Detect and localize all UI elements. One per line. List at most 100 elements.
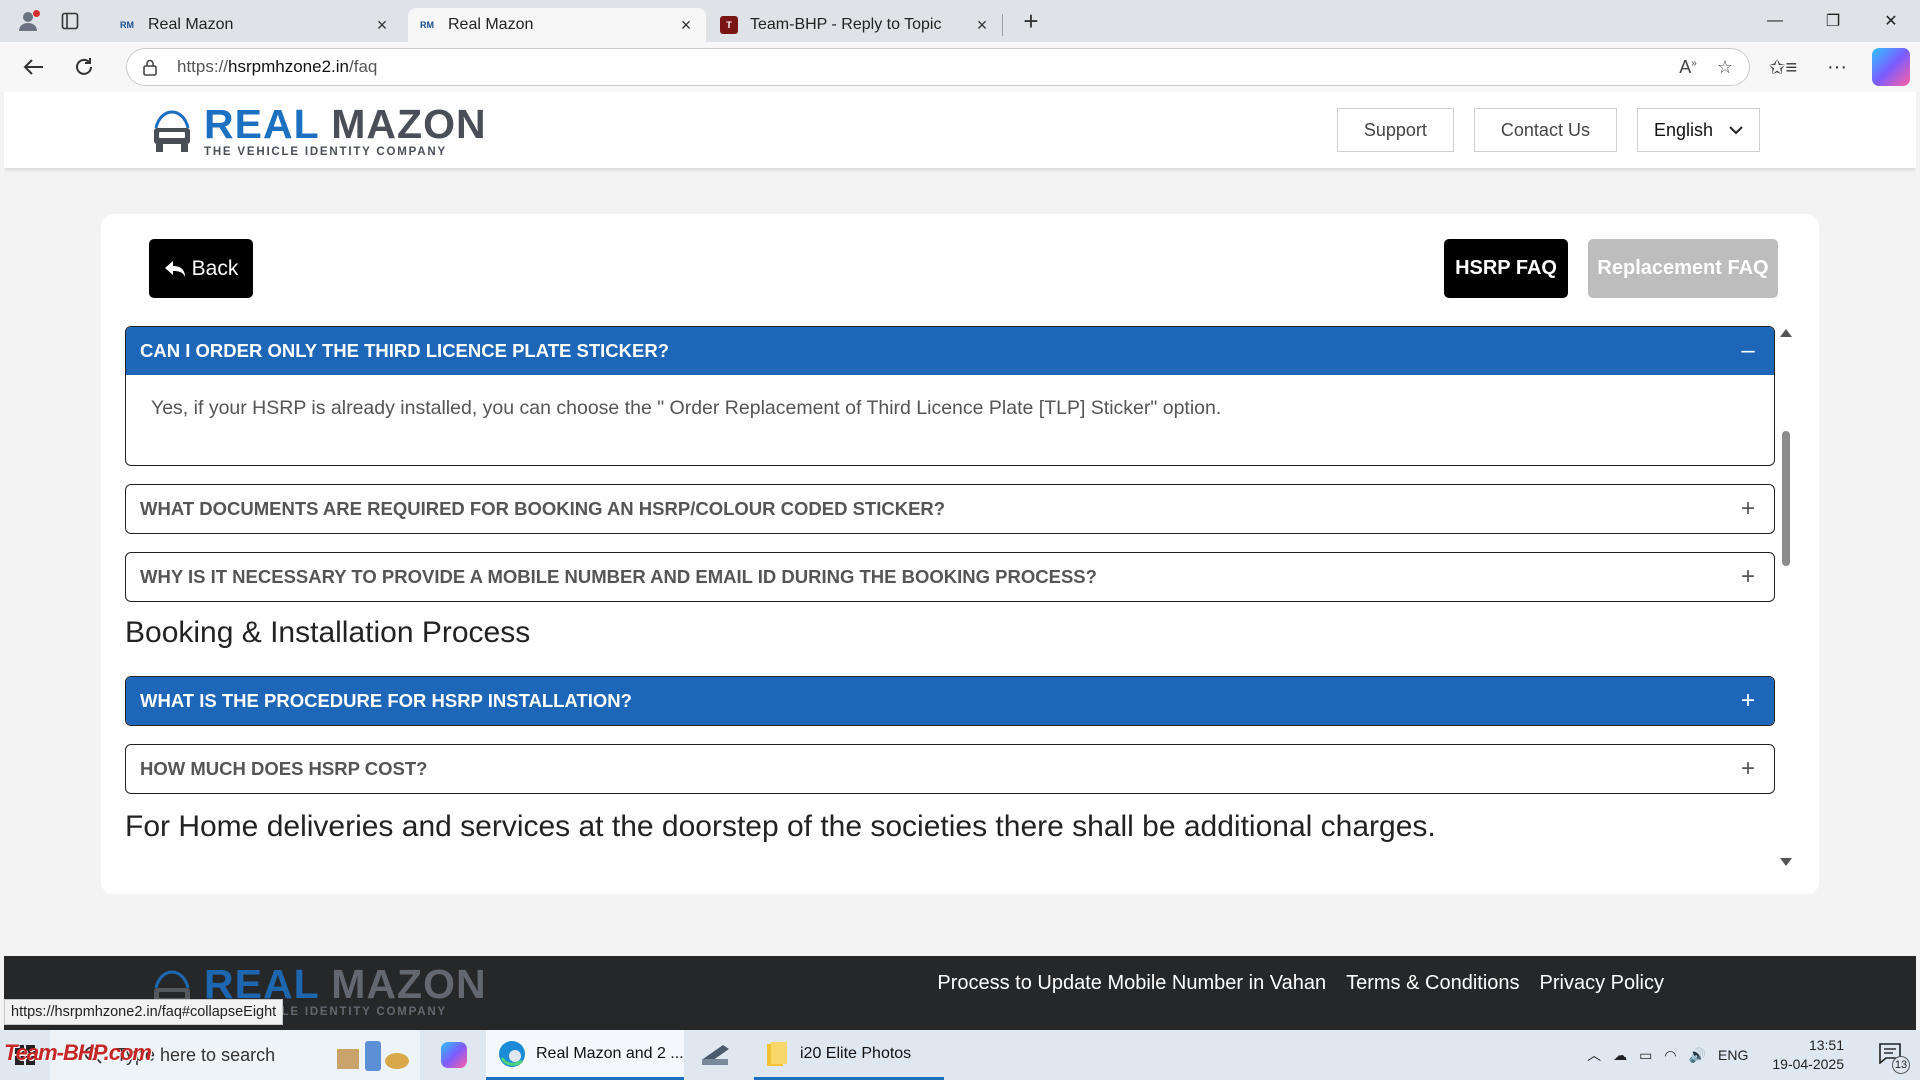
more-menu-icon[interactable]: ··· bbox=[1818, 48, 1856, 86]
favorites-icon[interactable]: ✩≡ bbox=[1764, 48, 1802, 86]
copilot-app-icon[interactable] bbox=[432, 1030, 476, 1080]
clock-date: 19-04-2025 bbox=[1772, 1056, 1844, 1072]
address-bar[interactable]: https://hsrpmhzone2.in/faq A» ☆ bbox=[126, 48, 1750, 86]
logo-name: REAL MAZON bbox=[204, 104, 487, 145]
back-arrow-icon[interactable] bbox=[14, 47, 54, 87]
logo-name-part-b: MAZON bbox=[318, 101, 487, 147]
browser-tab-3[interactable]: T Team-BHP - Reply to Topic × bbox=[710, 8, 1002, 42]
footer-link-terms[interactable]: Terms & Conditions bbox=[1346, 972, 1519, 995]
faq-question-header[interactable]: CAN I ORDER ONLY THE THIRD LICENCE PLATE… bbox=[126, 327, 1774, 375]
real-mazon-favicon-icon: RM bbox=[420, 20, 434, 30]
browser-tab-strip: RM Real Mazon × RM Real Mazon × T Team-B… bbox=[0, 0, 1920, 42]
team-bhp-watermark: Team-BHP.com bbox=[4, 1040, 152, 1065]
folder-icon bbox=[767, 1041, 787, 1066]
restore-icon[interactable]: ❐ bbox=[1804, 0, 1862, 42]
taskbar-edge-app[interactable]: Real Mazon and 2 ... bbox=[486, 1030, 684, 1080]
profile-icon[interactable] bbox=[10, 3, 46, 39]
footer-link-privacy[interactable]: Privacy Policy bbox=[1540, 972, 1664, 995]
footer-logo-name-part-b: MAZON bbox=[318, 961, 487, 1007]
tab-actions-icon[interactable] bbox=[52, 3, 88, 39]
url-host: hsrpmhzone2.in bbox=[228, 57, 349, 76]
back-button[interactable]: Back bbox=[149, 239, 253, 298]
faq-question-header[interactable]: WHAT IS THE PROCEDURE FOR HSRP INSTALLAT… bbox=[126, 677, 1774, 725]
real-mazon-logo[interactable]: REAL MAZON THE VEHICLE IDENTITY COMPANY bbox=[150, 104, 487, 159]
url-text[interactable]: https://hsrpmhzone2.in/faq bbox=[177, 57, 1679, 77]
address-bar-actions: A» ☆ bbox=[1679, 57, 1749, 78]
close-tab-icon[interactable]: × bbox=[372, 15, 392, 35]
favorite-star-icon[interactable]: ☆ bbox=[1717, 57, 1733, 78]
scroll-down-arrow-icon[interactable] bbox=[1780, 858, 1792, 866]
reload-icon[interactable] bbox=[64, 47, 104, 87]
team-bhp-favicon-icon: T bbox=[720, 16, 738, 34]
chevron-down-icon bbox=[1729, 125, 1743, 134]
faq-item[interactable]: WHY IS IT NECESSARY TO PROVIDE A MOBILE … bbox=[125, 552, 1775, 602]
site-header: REAL MAZON THE VEHICLE IDENTITY COMPANY … bbox=[4, 92, 1916, 168]
status-bar-url: https://hsrpmhzone2.in/faq#collapseEight bbox=[4, 999, 284, 1025]
wifi-icon[interactable]: ◠ bbox=[1664, 1047, 1676, 1064]
language-value: English bbox=[1653, 119, 1713, 140]
faq-item-expanded[interactable]: CAN I ORDER ONLY THE THIRD LICENCE PLATE… bbox=[125, 326, 1775, 466]
expand-icon[interactable]: + bbox=[1736, 755, 1760, 783]
contact-us-button[interactable]: Contact Us bbox=[1473, 108, 1617, 152]
expand-icon[interactable]: + bbox=[1736, 563, 1760, 591]
footer-link-update-mobile[interactable]: Process to Update Mobile Number in Vahan bbox=[937, 972, 1326, 995]
scroll-thumb[interactable] bbox=[1782, 431, 1790, 566]
language-select[interactable]: English bbox=[1636, 108, 1760, 152]
expand-icon[interactable]: + bbox=[1736, 687, 1760, 715]
logo-text: REAL MAZON THE VEHICLE IDENTITY COMPANY bbox=[204, 104, 487, 159]
faq-question: CAN I ORDER ONLY THE THIRD LICENCE PLATE… bbox=[140, 340, 669, 361]
volume-icon[interactable]: 🔊 bbox=[1689, 1047, 1706, 1064]
faq-card: Back HSRP FAQ Replacement FAQ CAN I ORDE… bbox=[101, 214, 1819, 894]
url-path: /faq bbox=[349, 57, 378, 76]
hsrp-faq-button[interactable]: HSRP FAQ bbox=[1444, 239, 1568, 298]
browser-tab-2-active[interactable]: RM Real Mazon × bbox=[408, 8, 706, 42]
close-window-icon[interactable]: ✕ bbox=[1862, 0, 1920, 42]
clock[interactable]: 13:51 19-04-2025 bbox=[1772, 1036, 1844, 1074]
faq-item-highlighted[interactable]: WHAT IS THE PROCEDURE FOR HSRP INSTALLAT… bbox=[125, 676, 1775, 726]
logo-tagline: THE VEHICLE IDENTITY COMPANY bbox=[204, 146, 447, 158]
windows-taskbar: Type here to search Real Mazon and 2 ...… bbox=[0, 1030, 1920, 1080]
faq-question-header[interactable]: HOW MUCH DOES HSRP COST? + bbox=[126, 745, 1774, 793]
expand-icon[interactable]: + bbox=[1736, 495, 1760, 523]
taskbar-file-explorer-app[interactable]: i20 Elite Photos bbox=[754, 1030, 944, 1080]
faq-question: HOW MUCH DOES HSRP COST? bbox=[140, 758, 428, 779]
close-tab-icon[interactable]: × bbox=[676, 15, 696, 35]
toolbar-right: ✩≡ ··· bbox=[1764, 48, 1910, 86]
collapse-icon[interactable]: – bbox=[1736, 337, 1760, 365]
faq-item[interactable]: WHAT DOCUMENTS ARE REQUIRED FOR BOOKING … bbox=[125, 484, 1775, 534]
faq-question-header[interactable]: WHAT DOCUMENTS ARE REQUIRED FOR BOOKING … bbox=[126, 485, 1774, 533]
new-tab-icon[interactable]: + bbox=[1013, 3, 1049, 39]
faq-question: WHAT DOCUMENTS ARE REQUIRED FOR BOOKING … bbox=[140, 498, 946, 519]
minimize-icon[interactable]: — bbox=[1746, 0, 1804, 42]
tab-title: Real Mazon bbox=[448, 16, 534, 33]
scanner-app-icon[interactable] bbox=[694, 1030, 738, 1080]
notification-icon[interactable]: 13 bbox=[1878, 1042, 1910, 1074]
close-tab-icon[interactable]: × bbox=[972, 15, 992, 35]
file-explorer-label: i20 Elite Photos bbox=[800, 1044, 912, 1062]
browser-tab-1[interactable]: RM Real Mazon × bbox=[108, 8, 402, 42]
window-controls: — ❐ ✕ bbox=[1746, 0, 1920, 42]
faq-scroll-area[interactable]: CAN I ORDER ONLY THE THIRD LICENCE PLATE… bbox=[125, 326, 1795, 884]
battery-icon[interactable]: ▭ bbox=[1639, 1047, 1652, 1064]
chevron-up-icon[interactable]: ︿ bbox=[1587, 1045, 1601, 1065]
search-highlights-icon[interactable] bbox=[325, 1030, 420, 1080]
lock-icon[interactable] bbox=[143, 59, 161, 76]
tab-separator bbox=[1002, 14, 1003, 36]
input-language[interactable]: ENG bbox=[1718, 1047, 1748, 1063]
faq-scrollbar[interactable] bbox=[1779, 326, 1793, 866]
faq-question-header[interactable]: WHY IS IT NECESSARY TO PROVIDE A MOBILE … bbox=[126, 553, 1774, 601]
faq-item[interactable]: HOW MUCH DOES HSRP COST? + bbox=[125, 744, 1775, 794]
onedrive-cloud-icon[interactable]: ☁ bbox=[1613, 1047, 1627, 1064]
edge-browser-icon bbox=[499, 1040, 525, 1067]
clock-time: 13:51 bbox=[1808, 1037, 1844, 1054]
replacement-faq-button[interactable]: Replacement FAQ bbox=[1588, 239, 1778, 298]
scroll-up-arrow-icon[interactable] bbox=[1780, 329, 1792, 337]
read-aloud-icon[interactable]: A» bbox=[1679, 57, 1697, 78]
support-button[interactable]: Support bbox=[1336, 108, 1454, 152]
edge-app-label: Real Mazon and 2 ... bbox=[536, 1044, 684, 1062]
car-logo-icon bbox=[154, 110, 190, 153]
copilot-icon[interactable] bbox=[1872, 48, 1910, 86]
tab-title: Real Mazon bbox=[148, 16, 234, 33]
real-mazon-favicon-icon: RM bbox=[120, 20, 134, 30]
page-viewport: REAL MAZON THE VEHICLE IDENTITY COMPANY … bbox=[4, 92, 1916, 1030]
